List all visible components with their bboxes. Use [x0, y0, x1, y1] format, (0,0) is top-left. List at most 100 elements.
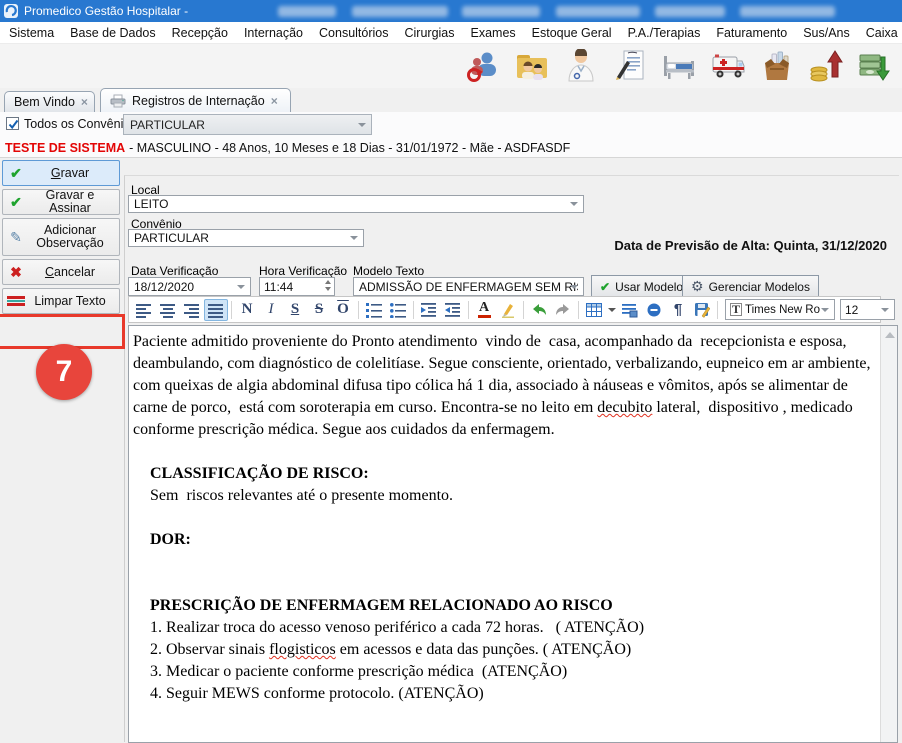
main-content: ✔ Gravar ✔ Gravar e Assinar ✎ Adicionar …: [0, 158, 902, 742]
outdent-button[interactable]: [441, 299, 465, 321]
align-right-button[interactable]: [180, 299, 204, 321]
app-logo-icon: [4, 4, 18, 18]
adicionar-observacao-button[interactable]: ✎ Adicionar Observação: [2, 218, 120, 256]
align-left-button[interactable]: [132, 299, 156, 321]
window-title: Promedico Gestão Hospitalar -: [24, 4, 188, 18]
menu-sistema[interactable]: Sistema: [9, 26, 54, 40]
menu-base-de-dados[interactable]: Base de Dados: [70, 26, 155, 40]
undo-button[interactable]: [527, 299, 551, 321]
bold-button[interactable]: N: [235, 299, 259, 321]
pencil-icon: ✎: [7, 229, 25, 246]
menu-exames[interactable]: Exames: [471, 26, 516, 40]
menu-recepcao[interactable]: Recepção: [172, 26, 228, 40]
editor-toolbar: N I S S O A ¶ T: [128, 296, 881, 323]
gerenciar-modelos-label: Gerenciar Modelos: [709, 280, 810, 294]
redacted-text: [740, 6, 835, 17]
tab-registros-label: Registros de Internação: [132, 94, 265, 108]
medical-record-icon[interactable]: [611, 48, 649, 84]
hora-verificacao-spinner[interactable]: 11:44: [259, 277, 335, 296]
risk-body: Sem riscos relevantes até o presente mom…: [133, 485, 876, 507]
save-text-button[interactable]: [690, 299, 714, 321]
tab-bem-vindo[interactable]: Bem Vindo ×: [4, 91, 95, 112]
rich-text-editor[interactable]: Paciente admitido proveniente do Pronto …: [128, 325, 898, 743]
modelo-texto-dropdown[interactable]: ADMISSÃO DE ENFERMAGEM SEM RISCOS: [353, 277, 584, 296]
highlight-button[interactable]: [496, 299, 520, 321]
gravar-button[interactable]: ✔ Gravar: [2, 160, 120, 186]
menu-sus-ans[interactable]: Sus/Ans: [803, 26, 850, 40]
convenio-dropdown[interactable]: PARTICULAR: [128, 229, 364, 247]
menu-caixa[interactable]: Caixa: [866, 26, 898, 40]
printer-icon: [110, 94, 126, 108]
redacted-text: [352, 6, 448, 17]
table-menu-arrow-icon[interactable]: [606, 299, 618, 321]
strikethrough-button[interactable]: S: [307, 299, 331, 321]
font-family-dropdown[interactable]: T Times New Roman: [725, 299, 835, 320]
menu-faturamento[interactable]: Faturamento: [716, 26, 787, 40]
misspelled-word: decubito: [597, 399, 652, 416]
annotation-step-number: 7: [56, 355, 73, 389]
numbered-list-button[interactable]: [362, 299, 386, 321]
sync-patients-icon[interactable]: [464, 48, 502, 84]
stock-box-icon[interactable]: [758, 48, 796, 84]
misspelled-word: flogisticos: [269, 641, 336, 658]
italic-button[interactable]: I: [259, 299, 283, 321]
filter-row: Todos os Convênios PARTICULAR: [0, 112, 902, 138]
indent-button[interactable]: [417, 299, 441, 321]
font-size-dropdown[interactable]: 12: [840, 299, 895, 320]
editor-content[interactable]: Paciente admitido proveniente do Pronto …: [129, 326, 880, 742]
chevron-down-icon: [821, 308, 829, 312]
usar-modelo-label: Usar Modelo: [615, 280, 683, 294]
align-center-button[interactable]: [156, 299, 180, 321]
local-dropdown[interactable]: LEITO: [128, 195, 584, 213]
todos-convenios-checkbox[interactable]: [6, 117, 19, 130]
chevron-down-icon: [570, 285, 578, 289]
menu-cirurgias[interactable]: Cirurgias: [405, 26, 455, 40]
gravar-e-assinar-label: Gravar e Assinar: [25, 189, 115, 215]
data-verificacao-label: Data Verificação: [131, 264, 218, 278]
convenio-filter-dropdown[interactable]: PARTICULAR: [123, 114, 372, 135]
menu-pa-terapias[interactable]: P.A./Terapias: [628, 26, 701, 40]
patient-name: TESTE DE SISTEMA: [5, 141, 125, 155]
hospital-bed-icon[interactable]: [660, 48, 698, 84]
align-justify-button[interactable]: [204, 299, 228, 321]
money-in-icon[interactable]: [807, 48, 845, 84]
annotation-step-badge: 7: [36, 344, 92, 400]
show-paragraph-marks-button[interactable]: ¶: [666, 299, 690, 321]
tab-registros-de-internacao[interactable]: Registros de Internação ×: [100, 88, 291, 112]
insert-field-button[interactable]: [618, 299, 642, 321]
money-out-icon[interactable]: [856, 48, 894, 84]
menu-internacao[interactable]: Internação: [244, 26, 303, 40]
bullet-list-button[interactable]: [386, 299, 410, 321]
menu-consultorios[interactable]: Consultórios: [319, 26, 388, 40]
tab-bem-vindo-label: Bem Vindo: [14, 95, 75, 109]
usar-modelo-button[interactable]: ✔ Usar Modelo: [591, 275, 692, 298]
doctor-icon[interactable]: [562, 48, 600, 84]
gravar-e-assinar-button[interactable]: ✔ Gravar e Assinar: [2, 189, 120, 215]
redo-button[interactable]: [551, 299, 575, 321]
gerenciar-modelos-button[interactable]: ⚙ Gerenciar Modelos: [682, 275, 819, 298]
redacted-text: [655, 6, 725, 17]
menu-estoque-geral[interactable]: Estoque Geral: [532, 26, 612, 40]
chevron-down-icon: [881, 308, 889, 312]
font-color-button[interactable]: A: [472, 299, 496, 321]
clear-text-icon: [7, 295, 25, 307]
data-verificacao-dropdown[interactable]: 18/12/2020: [128, 277, 251, 296]
insert-table-button[interactable]: [582, 299, 606, 321]
limpar-texto-button[interactable]: Limpar Texto: [2, 288, 120, 314]
editor-scrollbar[interactable]: [880, 326, 897, 743]
close-icon[interactable]: ×: [81, 97, 88, 107]
close-icon[interactable]: ×: [271, 96, 278, 106]
internacao-form-panel: Local LEITO Convênio PARTICULAR Data de …: [124, 175, 899, 742]
ambulance-icon[interactable]: [709, 48, 747, 84]
underline-button[interactable]: S: [283, 299, 307, 321]
check-icon: ✔: [7, 194, 25, 211]
tab-bar: Bem Vindo × Registros de Internação ×: [0, 88, 902, 112]
overline-button[interactable]: O: [331, 299, 355, 321]
prescricao-item: 2. Observar sinais flogisticos em acesso…: [133, 639, 876, 661]
dor-heading: DOR:: [133, 529, 876, 551]
patients-folder-icon[interactable]: [513, 48, 551, 84]
scroll-up-icon[interactable]: [885, 332, 895, 338]
horizontal-line-button[interactable]: [642, 299, 666, 321]
cancelar-button[interactable]: ✖ Cancelar: [2, 259, 120, 285]
spinner-arrows-icon[interactable]: [325, 280, 331, 291]
